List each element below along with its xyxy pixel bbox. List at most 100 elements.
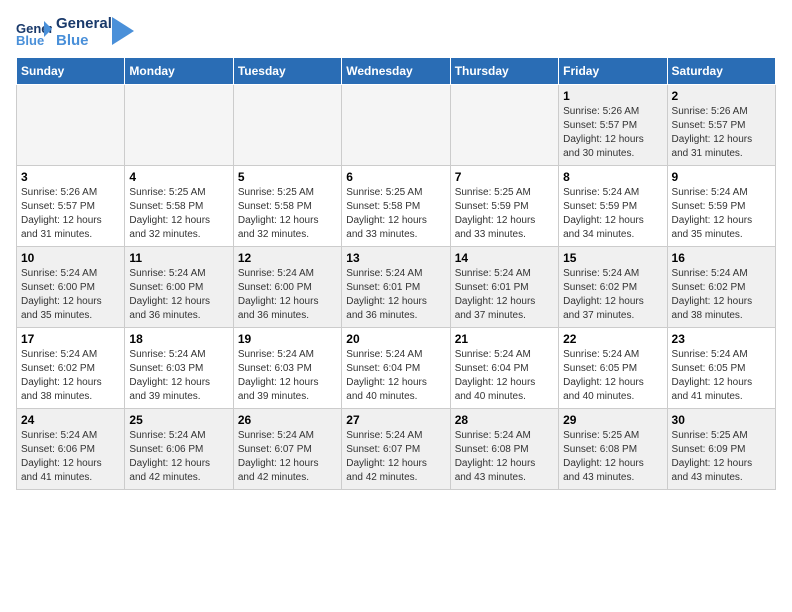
- day-cell: [17, 85, 125, 166]
- logo-arrow: [112, 17, 134, 45]
- day-cell: 15 Sunrise: 5:24 AM Sunset: 6:02 PM Dayli…: [559, 247, 667, 328]
- day-number: 8: [563, 170, 662, 184]
- day-info: Sunrise: 5:26 AM Sunset: 5:57 PM Dayligh…: [563, 105, 662, 161]
- day-number: 28: [455, 413, 554, 427]
- day-cell: 2 Sunrise: 5:26 AM Sunset: 5:57 PM Daylig…: [667, 85, 775, 166]
- day-number: 12: [238, 251, 337, 265]
- calendar-table: SundayMondayTuesdayWednesdayThursdayFrid…: [16, 57, 776, 490]
- day-info: Sunrise: 5:24 AM Sunset: 5:59 PM Dayligh…: [563, 186, 662, 242]
- day-number: 11: [129, 251, 228, 265]
- day-number: 9: [672, 170, 771, 184]
- day-info: Sunrise: 5:25 AM Sunset: 5:58 PM Dayligh…: [346, 186, 445, 242]
- day-number: 25: [129, 413, 228, 427]
- day-info: Sunrise: 5:25 AM Sunset: 6:09 PM Dayligh…: [672, 429, 771, 485]
- day-number: 17: [21, 332, 120, 346]
- day-cell: [233, 85, 341, 166]
- day-cell: 9 Sunrise: 5:24 AM Sunset: 5:59 PM Daylig…: [667, 166, 775, 247]
- day-info: Sunrise: 5:24 AM Sunset: 6:00 PM Dayligh…: [238, 267, 337, 323]
- week-row-4: 24 Sunrise: 5:24 AM Sunset: 6:06 PM Dayli…: [17, 409, 776, 490]
- day-cell: 17 Sunrise: 5:24 AM Sunset: 6:02 PM Dayli…: [17, 328, 125, 409]
- day-cell: [450, 85, 558, 166]
- day-info: Sunrise: 5:24 AM Sunset: 6:02 PM Dayligh…: [563, 267, 662, 323]
- day-cell: 13Sunrise: 5:24 AM Sunset: 6:01 PM Dayli…: [342, 247, 450, 328]
- weekday-header-wednesday: Wednesday: [342, 58, 450, 85]
- day-cell: 5 Sunrise: 5:25 AM Sunset: 5:58 PM Daylig…: [233, 166, 341, 247]
- day-number: 18: [129, 332, 228, 346]
- weekday-header-sunday: Sunday: [17, 58, 125, 85]
- day-cell: 19 Sunrise: 5:24 AM Sunset: 6:03 PM Dayli…: [233, 328, 341, 409]
- day-cell: 20 Sunrise: 5:24 AM Sunset: 6:04 PM Dayli…: [342, 328, 450, 409]
- day-info: Sunrise: 5:25 AM Sunset: 5:58 PM Dayligh…: [238, 186, 337, 242]
- day-info: Sunrise: 5:24 AM Sunset: 6:03 PM Dayligh…: [129, 348, 228, 404]
- day-cell: 12 Sunrise: 5:24 AM Sunset: 6:00 PM Dayli…: [233, 247, 341, 328]
- day-info: Sunrise: 5:24 AM Sunset: 6:06 PM Dayligh…: [21, 429, 120, 485]
- day-info: Sunrise: 5:25 AM Sunset: 5:59 PM Dayligh…: [455, 186, 554, 242]
- day-info: Sunrise: 5:24 AM Sunset: 6:00 PM Dayligh…: [21, 267, 120, 323]
- day-number: 19: [238, 332, 337, 346]
- day-cell: 18 Sunrise: 5:24 AM Sunset: 6:03 PM Dayli…: [125, 328, 233, 409]
- weekday-header-row: SundayMondayTuesdayWednesdayThursdayFrid…: [17, 58, 776, 85]
- day-number: 7: [455, 170, 554, 184]
- day-cell: 4Sunrise: 5:25 AM Sunset: 5:58 PM Daylig…: [125, 166, 233, 247]
- day-info: Sunrise: 5:24 AM Sunset: 6:05 PM Dayligh…: [563, 348, 662, 404]
- week-row-2: 10 Sunrise: 5:24 AM Sunset: 6:00 PM Dayli…: [17, 247, 776, 328]
- week-row-3: 17 Sunrise: 5:24 AM Sunset: 6:02 PM Dayli…: [17, 328, 776, 409]
- day-info: Sunrise: 5:25 AM Sunset: 6:08 PM Dayligh…: [563, 429, 662, 485]
- day-cell: 7 Sunrise: 5:25 AM Sunset: 5:59 PM Daylig…: [450, 166, 558, 247]
- day-cell: 10 Sunrise: 5:24 AM Sunset: 6:00 PM Dayli…: [17, 247, 125, 328]
- day-info: Sunrise: 5:24 AM Sunset: 6:06 PM Dayligh…: [129, 429, 228, 485]
- day-number: 20: [346, 332, 445, 346]
- day-info: Sunrise: 5:24 AM Sunset: 6:02 PM Dayligh…: [21, 348, 120, 404]
- day-number: 15: [563, 251, 662, 265]
- day-number: 24: [21, 413, 120, 427]
- day-number: 5: [238, 170, 337, 184]
- day-cell: 24 Sunrise: 5:24 AM Sunset: 6:06 PM Dayli…: [17, 409, 125, 490]
- weekday-header-friday: Friday: [559, 58, 667, 85]
- day-cell: 27Sunrise: 5:24 AM Sunset: 6:07 PM Dayli…: [342, 409, 450, 490]
- day-cell: 3 Sunrise: 5:26 AM Sunset: 5:57 PM Daylig…: [17, 166, 125, 247]
- day-cell: 25 Sunrise: 5:24 AM Sunset: 6:06 PM Dayli…: [125, 409, 233, 490]
- day-cell: [342, 85, 450, 166]
- week-row-1: 3 Sunrise: 5:26 AM Sunset: 5:57 PM Daylig…: [17, 166, 776, 247]
- day-info: Sunrise: 5:24 AM Sunset: 6:03 PM Dayligh…: [238, 348, 337, 404]
- day-info: Sunrise: 5:24 AM Sunset: 6:07 PM Dayligh…: [238, 429, 337, 485]
- day-number: 1: [563, 89, 662, 103]
- day-cell: 14 Sunrise: 5:24 AM Sunset: 6:01 PM Dayli…: [450, 247, 558, 328]
- day-cell: 21Sunrise: 5:24 AM Sunset: 6:04 PM Dayli…: [450, 328, 558, 409]
- day-info: Sunrise: 5:24 AM Sunset: 6:04 PM Dayligh…: [346, 348, 445, 404]
- day-info: Sunrise: 5:24 AM Sunset: 5:59 PM Dayligh…: [672, 186, 771, 242]
- svg-text:Blue: Blue: [16, 33, 44, 47]
- day-number: 27: [346, 413, 445, 427]
- logo-general: General: [56, 16, 112, 33]
- day-number: 29: [563, 413, 662, 427]
- day-cell: 28 Sunrise: 5:24 AM Sunset: 6:08 PM Dayli…: [450, 409, 558, 490]
- day-info: Sunrise: 5:26 AM Sunset: 5:57 PM Dayligh…: [672, 105, 771, 161]
- day-info: Sunrise: 5:25 AM Sunset: 5:58 PM Dayligh…: [129, 186, 228, 242]
- day-info: Sunrise: 5:24 AM Sunset: 6:08 PM Dayligh…: [455, 429, 554, 485]
- logo-blue: Blue: [56, 33, 112, 50]
- page-header: General Blue General Blue: [16, 16, 776, 49]
- day-number: 6: [346, 170, 445, 184]
- day-number: 26: [238, 413, 337, 427]
- day-cell: 16Sunrise: 5:24 AM Sunset: 6:02 PM Dayli…: [667, 247, 775, 328]
- day-cell: 26 Sunrise: 5:24 AM Sunset: 6:07 PM Dayli…: [233, 409, 341, 490]
- weekday-header-monday: Monday: [125, 58, 233, 85]
- day-cell: 30 Sunrise: 5:25 AM Sunset: 6:09 PM Dayli…: [667, 409, 775, 490]
- day-number: 10: [21, 251, 120, 265]
- day-number: 23: [672, 332, 771, 346]
- day-number: 30: [672, 413, 771, 427]
- day-cell: 11Sunrise: 5:24 AM Sunset: 6:00 PM Dayli…: [125, 247, 233, 328]
- day-info: Sunrise: 5:24 AM Sunset: 6:01 PM Dayligh…: [455, 267, 554, 323]
- day-info: Sunrise: 5:24 AM Sunset: 6:02 PM Dayligh…: [672, 267, 771, 323]
- day-number: 14: [455, 251, 554, 265]
- day-cell: 23Sunrise: 5:24 AM Sunset: 6:05 PM Dayli…: [667, 328, 775, 409]
- weekday-header-saturday: Saturday: [667, 58, 775, 85]
- day-number: 3: [21, 170, 120, 184]
- week-row-0: 1 Sunrise: 5:26 AM Sunset: 5:57 PM Daylig…: [17, 85, 776, 166]
- day-cell: 22 Sunrise: 5:24 AM Sunset: 6:05 PM Dayli…: [559, 328, 667, 409]
- day-info: Sunrise: 5:24 AM Sunset: 6:04 PM Dayligh…: [455, 348, 554, 404]
- day-number: 22: [563, 332, 662, 346]
- day-cell: 29 Sunrise: 5:25 AM Sunset: 6:08 PM Dayli…: [559, 409, 667, 490]
- day-info: Sunrise: 5:26 AM Sunset: 5:57 PM Dayligh…: [21, 186, 120, 242]
- day-number: 2: [672, 89, 771, 103]
